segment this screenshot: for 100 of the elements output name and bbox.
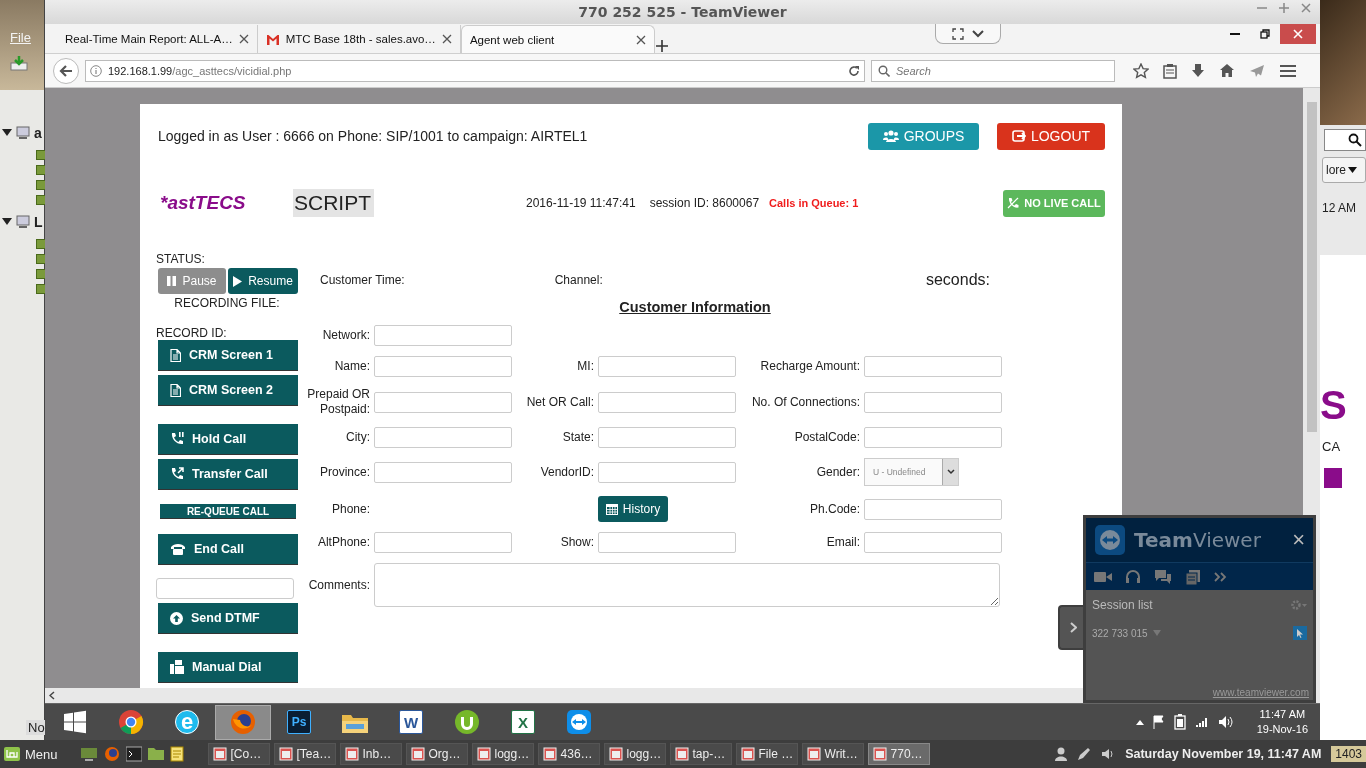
files-icon[interactable] <box>1185 568 1201 585</box>
taskbar-item[interactable]: logg… <box>603 743 666 765</box>
address-bar[interactable]: 192.168.1.99/agc_asttecs/vicidial.php <box>85 59 865 82</box>
maximize-icon[interactable] <box>1278 2 1290 14</box>
text-field[interactable] <box>598 391 736 413</box>
teamviewer-icon[interactable] <box>566 709 592 735</box>
close-icon[interactable] <box>441 34 452 44</box>
panel-toggle[interactable] <box>1058 605 1086 650</box>
action-button[interactable]: End Call <box>158 534 298 564</box>
firefox-icon[interactable] <box>103 746 120 762</box>
taskbar-item[interactable]: tap-… <box>669 743 732 765</box>
browser-tab[interactable]: Agent web client <box>460 25 655 53</box>
action-button[interactable]: Transfer Call <box>158 459 298 489</box>
speaker-icon[interactable] <box>1101 748 1116 760</box>
signal-bars-icon[interactable] <box>1194 716 1209 728</box>
taskbar-item[interactable]: Writ… <box>801 743 864 765</box>
taskbar-item[interactable]: [Co… <box>207 743 270 765</box>
tree-item[interactable]: a <box>34 125 42 141</box>
chat-icon[interactable] <box>1154 568 1172 585</box>
expander-icon[interactable] <box>2 129 12 137</box>
windows-logo-icon[interactable] <box>63 710 87 734</box>
history-button[interactable]: History <box>598 496 668 522</box>
folder-icon[interactable] <box>147 746 164 760</box>
text-field[interactable] <box>374 391 512 413</box>
taskbar-clock[interactable]: 11:47 AM 19-Nov-16 <box>1256 707 1308 737</box>
taskbar-button[interactable] <box>215 704 271 740</box>
headset-icon[interactable] <box>1125 568 1141 585</box>
close-icon[interactable] <box>635 34 646 45</box>
new-tab-icon[interactable] <box>654 39 669 53</box>
home-icon[interactable] <box>1219 63 1235 78</box>
action-button[interactable]: CRM Screen 2 <box>158 375 298 405</box>
cursor-icon[interactable] <box>1293 626 1307 640</box>
gender-dropdown[interactable]: U - Undefined <box>864 458 959 486</box>
text-field[interactable] <box>598 461 736 483</box>
text-field[interactable] <box>374 532 512 553</box>
menu-icon[interactable] <box>1279 63 1297 78</box>
search-field[interactable]: Search <box>871 59 1115 82</box>
close-button[interactable]: × <box>1292 527 1305 553</box>
taskbar-item[interactable]: File … <box>735 743 798 765</box>
double-chevron-icon[interactable] <box>1214 571 1228 582</box>
firefox-icon[interactable] <box>230 709 256 735</box>
taskbar-item[interactable]: [Tea… <box>273 743 336 765</box>
taskbar-item[interactable]: logg… <box>471 743 534 765</box>
close-icon[interactable] <box>1300 2 1312 14</box>
start-menu[interactable]: Menu <box>4 746 58 762</box>
action-button[interactable]: Send DTMF <box>158 603 298 633</box>
desktop-icon[interactable] <box>79 746 98 762</box>
notes-icon[interactable] <box>169 746 184 762</box>
clipboard-icon[interactable] <box>1163 62 1177 79</box>
panel-clock[interactable]: Saturday November 19, 11:47 AM <box>1125 747 1322 761</box>
text-field[interactable] <box>864 532 1002 553</box>
fullscreen-icon[interactable] <box>952 27 964 40</box>
more-button[interactable]: lore <box>1322 157 1366 183</box>
action-button[interactable]: CRM Screen 1 <box>158 340 298 370</box>
taskbar-item[interactable]: 770… <box>867 743 930 765</box>
photoshop-icon[interactable]: Ps <box>287 710 311 734</box>
taskbar-button[interactable]: Ps <box>271 704 327 740</box>
terminal-icon[interactable] <box>125 746 142 762</box>
speaker-icon[interactable] <box>1217 715 1234 729</box>
taskbar-item[interactable]: Inb… <box>339 743 402 765</box>
text-field[interactable] <box>374 461 512 483</box>
close-icon[interactable] <box>238 34 249 44</box>
text-field[interactable] <box>374 427 512 448</box>
text-field[interactable] <box>598 532 736 553</box>
reload-icon[interactable] <box>848 64 860 77</box>
download-icon[interactable] <box>1191 62 1205 79</box>
close-button[interactable] <box>1280 24 1316 44</box>
utorrent-icon[interactable] <box>454 709 480 735</box>
chrome-icon[interactable] <box>118 709 144 735</box>
taskbar-button[interactable]: X <box>495 704 551 740</box>
text-field[interactable] <box>374 356 512 377</box>
search-field[interactable] <box>1324 129 1366 151</box>
star-icon[interactable] <box>1133 62 1149 79</box>
script-tab[interactable]: SCRIPT <box>293 189 374 217</box>
back-button[interactable] <box>53 57 79 84</box>
battery-icon[interactable] <box>1173 714 1186 730</box>
text-field[interactable] <box>864 356 1002 377</box>
text-field[interactable] <box>374 325 512 346</box>
resume-button[interactable]: Resume <box>228 268 298 294</box>
text-field[interactable] <box>598 427 736 448</box>
excel-icon[interactable]: X <box>511 710 535 734</box>
remote-toolbar-handle[interactable] <box>935 24 1001 44</box>
pen-icon[interactable] <box>1077 747 1092 761</box>
dtmf-field[interactable] <box>156 578 294 599</box>
chevron-up-icon[interactable] <box>1135 719 1144 725</box>
text-field[interactable] <box>598 356 736 377</box>
action-button[interactable]: RE-QUEUE CALL <box>160 504 296 518</box>
action-button[interactable]: Hold Call <box>158 424 298 454</box>
video-camera-icon[interactable] <box>1094 570 1112 583</box>
logout-button[interactable]: LOGOUT <box>997 122 1105 150</box>
flag-icon[interactable] <box>1152 715 1165 729</box>
text-field[interactable] <box>864 391 1002 413</box>
comments-field[interactable] <box>374 563 1000 607</box>
user-icon[interactable] <box>1055 747 1068 761</box>
text-field[interactable] <box>864 498 1002 520</box>
taskbar-item[interactable]: Org… <box>405 743 468 765</box>
taskbar-item[interactable]: 436… <box>537 743 600 765</box>
tree-item[interactable]: L <box>34 214 43 230</box>
expander-icon[interactable] <box>2 218 12 226</box>
paper-plane-icon[interactable] <box>1249 63 1265 78</box>
